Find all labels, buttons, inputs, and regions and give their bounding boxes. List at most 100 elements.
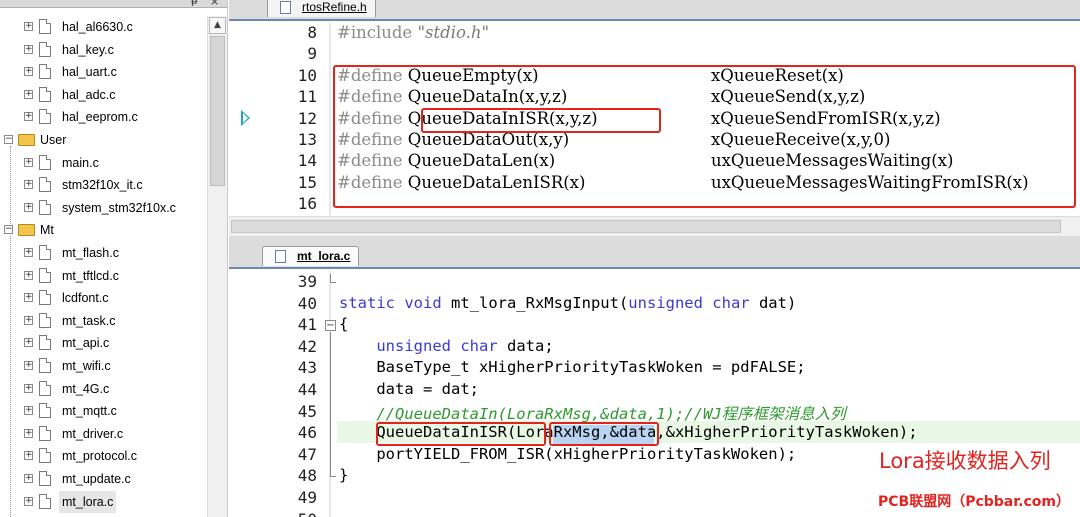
scroll-thumb[interactable] bbox=[231, 220, 1061, 233]
expand-icon[interactable]: + bbox=[24, 474, 33, 483]
pin-icon[interactable]: ᵽ bbox=[191, 0, 198, 7]
tree-item-label: hal_adc.c bbox=[62, 87, 116, 102]
tree-item-label: mt_mqtt.c bbox=[62, 404, 117, 419]
tree-item-label: mt_flash.c bbox=[62, 246, 119, 260]
keyword-token: static void bbox=[339, 293, 442, 312]
editor-tabbar: rtosRefine.h bbox=[229, 0, 1080, 21]
tree-item-label: mt_update.c bbox=[62, 472, 131, 486]
editor-pane-rtosrefine: rtosRefine.h 8 #include "stdio.h" 9 10 #defi… bbox=[229, 0, 1080, 236]
code-text: portYIELD_FROM_ISR(xHigherPriorityTaskWo… bbox=[339, 445, 796, 463]
expand-icon[interactable]: + bbox=[24, 451, 33, 461]
tree-item-label: mt_lora.c bbox=[59, 490, 117, 513]
expand-icon[interactable]: + bbox=[24, 361, 33, 370]
folder-icon bbox=[18, 134, 35, 146]
line-number: 10 bbox=[297, 65, 317, 85]
line-number: 50 bbox=[229, 510, 317, 517]
expand-icon[interactable]: + bbox=[24, 270, 33, 280]
expand-icon[interactable]: + bbox=[24, 293, 33, 303]
expand-icon[interactable]: + bbox=[24, 112, 33, 122]
expand-icon[interactable]: + bbox=[24, 67, 33, 77]
tree-item-label: lcdfont.c bbox=[62, 291, 109, 306]
preprocessor-keyword: #include bbox=[337, 23, 413, 42]
scroll-thumb[interactable] bbox=[210, 36, 225, 186]
file-icon bbox=[39, 471, 51, 486]
tab-label: rtosRefine.h bbox=[302, 0, 367, 14]
file-icon bbox=[39, 64, 51, 80]
code-text: //QueueDataIn(LoraRxMsg,&data,1);//WJ程序框… bbox=[339, 402, 845, 424]
tree-item-label: stm32f10x_it.c bbox=[62, 178, 143, 193]
code-line: 45 //QueueDataIn(LoraRxMsg,&data,1);//WJ… bbox=[229, 402, 1080, 423]
tree-scrollbar[interactable]: ▲ bbox=[207, 16, 227, 517]
file-icon bbox=[39, 154, 51, 170]
tab-label: mt_lora.c bbox=[297, 249, 351, 263]
code-line: 40 static void mt_lora_RxMsgInput(unsigne… bbox=[229, 294, 1080, 315]
tree-item-label: Mt bbox=[40, 223, 54, 238]
tree-guide-line bbox=[10, 236, 11, 517]
tree-item-label: hal_eeprom.c bbox=[62, 110, 138, 125]
annotation-box-queuedatainisr-call bbox=[376, 422, 546, 446]
expand-icon[interactable]: + bbox=[24, 44, 33, 54]
code-line: 44 data = dat; bbox=[229, 380, 1080, 401]
file-icon bbox=[39, 335, 51, 351]
file-icon bbox=[39, 19, 51, 34]
tree-item-label: mt_tftlcd.c bbox=[62, 268, 119, 283]
tree-guide-line bbox=[10, 146, 11, 226]
tab-mt-lora-c[interactable]: mt_lora.c bbox=[262, 246, 360, 266]
tree-item-label: mt_wifi.c bbox=[62, 359, 111, 373]
tree-item-label: system_stm32f10x.c bbox=[62, 200, 176, 215]
tree-item-label: mt_protocol.c bbox=[62, 449, 138, 464]
collapse-icon[interactable]: − bbox=[4, 135, 13, 144]
file-icon bbox=[39, 312, 51, 328]
expand-icon[interactable]: + bbox=[24, 428, 33, 438]
collapse-icon[interactable]: − bbox=[4, 225, 13, 235]
horizontal-scrollbar[interactable] bbox=[229, 216, 1080, 236]
expand-icon[interactable]: + bbox=[24, 496, 33, 506]
line-number: 48 bbox=[297, 466, 317, 486]
code-text: BaseType_t xHigherPriorityTaskWoken = pd… bbox=[339, 358, 806, 377]
tree-item-label: mt_api.c bbox=[62, 336, 110, 351]
tree-item-label: mt_4G.c bbox=[62, 381, 110, 396]
expand-icon[interactable]: + bbox=[24, 22, 33, 31]
code-line: 41 { bbox=[229, 315, 1080, 336]
tree-item-label: hal_key.c bbox=[62, 42, 114, 57]
file-icon bbox=[39, 403, 51, 419]
file-icon bbox=[39, 267, 51, 283]
line-number: 15 bbox=[297, 172, 317, 192]
project-tree: ᵽ × + hal_al6630.c + hal_key.c + hal_uart.c + h… bbox=[0, 0, 228, 517]
file-icon bbox=[39, 493, 51, 509]
expand-icon[interactable]: + bbox=[24, 315, 33, 325]
tree-item-label: mt_driver.c bbox=[62, 426, 124, 441]
expand-icon[interactable]: + bbox=[24, 89, 33, 99]
line-number: 46 bbox=[297, 423, 317, 443]
code-token: data; bbox=[497, 336, 554, 355]
code-token: BaseType_t xHigherPriorityTaskWoken = pd… bbox=[339, 358, 806, 377]
code-text: static void mt_lora_RxMsgInput(unsigned … bbox=[339, 294, 796, 312]
tree-item-label: main.c bbox=[62, 155, 99, 170]
line-number: 42 bbox=[297, 336, 317, 356]
expand-icon[interactable]: + bbox=[24, 406, 33, 416]
expand-icon[interactable]: + bbox=[24, 180, 33, 190]
close-icon[interactable]: × bbox=[210, 0, 219, 8]
code-line: 42 unsigned char data; bbox=[229, 337, 1080, 358]
tree-item-label: hal_al6630.c bbox=[62, 20, 133, 34]
expand-icon[interactable]: + bbox=[24, 248, 33, 257]
code-line: 8 #include "stdio.h" bbox=[229, 23, 1080, 44]
expand-icon[interactable]: + bbox=[24, 157, 33, 167]
tree-header: ᵽ × bbox=[0, 0, 227, 8]
annotation-box-defines bbox=[333, 65, 1076, 208]
code-text: { bbox=[339, 315, 348, 333]
code-text: unsigned char data; bbox=[339, 336, 554, 355]
line-number: 12 bbox=[297, 108, 317, 128]
file-icon bbox=[39, 245, 51, 260]
code-token: } bbox=[339, 466, 349, 485]
scroll-up-icon[interactable]: ▲ bbox=[209, 17, 226, 34]
c-file-icon bbox=[275, 250, 286, 263]
tab-rtosrefine-h[interactable]: rtosRefine.h bbox=[267, 0, 376, 17]
expand-icon[interactable]: + bbox=[24, 338, 33, 348]
line-number: 16 bbox=[297, 194, 317, 214]
expand-icon[interactable]: + bbox=[24, 383, 33, 393]
expand-icon[interactable]: + bbox=[24, 202, 33, 212]
annotation-note: Lora接收数据入列 bbox=[879, 449, 1051, 473]
code-token: "stdio.h" bbox=[412, 23, 490, 42]
